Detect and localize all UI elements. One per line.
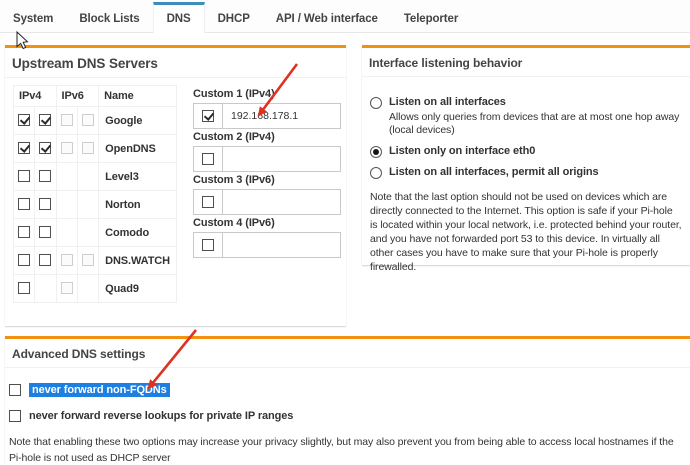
custom-dns-input[interactable] [223,103,341,129]
custom-dns-checkbox-addon [193,189,223,215]
ipv6-checkbox[interactable] [61,254,73,266]
custom-dns-label: Custom 1 (IPv4) [193,88,341,100]
radio-option-label: Listen on all interfaces [389,96,506,110]
table-row: Level3 [14,163,177,191]
server-name: OpenDNS [99,135,177,163]
ipv6-checkbox[interactable] [61,114,73,126]
ipv4-checkbox[interactable] [18,198,30,210]
radio-button[interactable] [370,146,382,158]
custom-dns-checkbox[interactable] [202,196,214,208]
custom-dns-checkbox-addon [193,146,223,172]
custom-dns-input-group [193,232,341,258]
tab-dhcp[interactable]: DHCP [205,2,263,32]
interface-listening-panel: Interface listening behavior Listen on a… [362,45,690,265]
tab-dns[interactable]: DNS [153,2,205,33]
tab-api-web-interface[interactable]: API / Web interface [263,2,391,32]
custom-dns-checkbox-addon [193,103,223,129]
checkbox[interactable] [9,384,21,396]
server-name: Level3 [99,163,177,191]
ipv6-checkbox[interactable] [61,142,73,154]
custom-dns-label: Custom 3 (IPv6) [193,174,341,186]
interface-note-text: Note that the last option should not be … [370,190,682,275]
ipv4-checkbox[interactable] [18,254,30,266]
table-row: Comodo [14,219,177,247]
ipv6-checkbox[interactable] [61,282,73,294]
interface-listening-title: Interface listening behavior [362,48,690,77]
custom-dns-input-group [193,189,341,215]
tab-block-lists[interactable]: Block Lists [66,2,152,32]
ipv4-checkbox[interactable] [18,226,30,238]
server-name: Comodo [99,219,177,247]
server-name: DNS.WATCH [99,247,177,275]
custom-dns-checkbox[interactable] [202,239,214,251]
table-row: Quad9 [14,275,177,303]
ipv4-checkbox[interactable] [18,170,30,182]
radio-option-label: Listen only on interface eth0 [389,145,535,159]
column-ipv4: IPv4 [14,86,57,107]
radio-option-label: Listen on all interfaces, permit all ori… [389,166,599,180]
radio-option-eth0-only[interactable]: Listen only on interface eth0 [370,145,682,159]
custom-dns-label: Custom 4 (IPv6) [193,217,341,229]
radio-option-description: Allows only queries from devices that ar… [389,111,682,138]
custom-dns-label: Custom 2 (IPv4) [193,131,341,143]
custom-dns-input-group [193,146,341,172]
custom-dns-input[interactable] [223,232,341,258]
column-ipv6: IPv6 [56,86,99,107]
ipv4-checkbox[interactable] [18,142,30,154]
tab-system[interactable]: System [0,2,66,32]
column-name: Name [99,86,177,107]
advanced-note-text: Note that enabling these two options may… [9,434,684,465]
table-row: DNS.WATCH [14,247,177,275]
ipv4-checkbox[interactable] [18,114,30,126]
upstream-dns-table: IPv4 IPv6 Name Google [13,85,177,303]
ipv4-checkbox[interactable] [39,198,51,210]
pihole-settings-page: System Block Lists DNS DHCP API / Web in… [0,0,690,465]
ipv6-checkbox[interactable] [82,114,94,126]
ipv4-checkbox[interactable] [18,282,30,294]
server-name: Google [99,107,177,135]
custom-dns-input[interactable] [223,146,341,172]
custom-dns-checkbox-addon [193,232,223,258]
advanced-dns-panel: Advanced DNS settings never forward non-… [5,336,690,465]
upstream-dns-title: Upstream DNS Servers [5,48,346,78]
custom-dns-checkbox[interactable] [202,153,214,165]
table-row: OpenDNS [14,135,177,163]
ipv4-checkbox[interactable] [39,114,51,126]
custom-dns-column: Custom 1 (IPv4) Custom 2 (IPv4) Custom 3… [193,85,341,260]
ipv4-checkbox[interactable] [39,142,51,154]
ipv6-checkbox[interactable] [82,142,94,154]
ipv4-checkbox[interactable] [39,170,51,182]
server-name: Quad9 [99,275,177,303]
table-header-row: IPv4 IPv6 Name [14,86,177,107]
option-never-forward-non-fqdns[interactable]: never forward non-FQDNs [9,383,684,397]
ipv4-checkbox[interactable] [39,254,51,266]
table-row: Google [14,107,177,135]
radio-option-permit-all-origins[interactable]: Listen on all interfaces, permit all ori… [370,166,682,180]
option-never-forward-reverse-lookups[interactable]: never forward reverse lookups for privat… [9,410,684,422]
checkbox-label: never forward non-FQDNs [29,383,170,397]
table-row: Norton [14,191,177,219]
ipv4-checkbox[interactable] [39,226,51,238]
radio-option-all-interfaces[interactable]: Listen on all interfaces [370,96,682,110]
custom-dns-input[interactable] [223,189,341,215]
radio-button[interactable] [370,167,382,179]
settings-tabs: System Block Lists DNS DHCP API / Web in… [0,0,690,33]
custom-dns-input-group [193,103,341,129]
ipv6-checkbox[interactable] [82,254,94,266]
server-name: Norton [99,191,177,219]
checkbox-label: never forward reverse lookups for privat… [29,410,293,422]
upstream-dns-panel: Upstream DNS Servers IPv4 IPv6 Name [5,45,346,326]
tab-teleporter[interactable]: Teleporter [391,2,471,32]
advanced-dns-title: Advanced DNS settings [5,339,690,368]
radio-button[interactable] [370,97,382,109]
custom-dns-checkbox[interactable] [202,110,214,122]
checkbox[interactable] [9,410,21,422]
